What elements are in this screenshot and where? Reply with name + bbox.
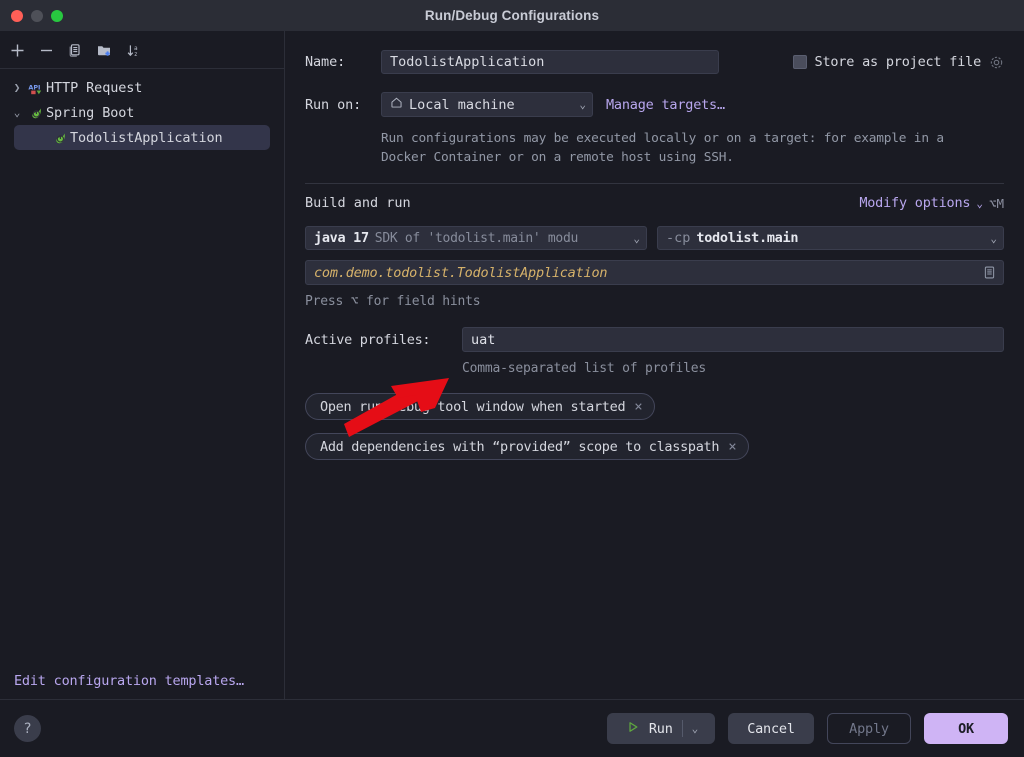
- store-as-project-file-label: Store as project file: [814, 54, 982, 70]
- spring-boot-icon: [26, 105, 46, 121]
- main-class-value: com.demo.todolist.TodolistApplication: [314, 264, 608, 281]
- chevron-down-icon[interactable]: ⌄: [692, 723, 699, 734]
- run-on-target-combo[interactable]: Local machine ⌄: [381, 92, 593, 117]
- active-profiles-label: Active profiles:: [305, 331, 431, 348]
- modify-options-shortcut: ⌥M: [988, 195, 1004, 211]
- close-window-button[interactable]: [11, 9, 23, 22]
- window-title: Run/Debug Configurations: [424, 8, 600, 23]
- svg-text:z: z: [134, 51, 138, 58]
- classpath-flag: -cp: [666, 230, 691, 246]
- active-profiles-input[interactable]: uat: [462, 327, 1004, 352]
- chevron-down-icon[interactable]: ⌄: [579, 99, 586, 110]
- remove-configuration-button[interactable]: [33, 38, 59, 62]
- manage-targets-link[interactable]: Manage targets…: [606, 97, 725, 113]
- tree-item-label: Spring Boot: [46, 104, 135, 121]
- run-button-divider: [681, 720, 683, 737]
- store-as-project-file-checkbox[interactable]: [792, 55, 807, 69]
- svg-text:API: API: [28, 83, 40, 91]
- run-button-label: Run: [648, 720, 673, 737]
- active-profiles-hint: Comma-separated list of profiles: [462, 361, 707, 376]
- new-folder-button[interactable]: [91, 38, 117, 62]
- list-browse-icon[interactable]: [980, 263, 999, 282]
- run-on-label: Run on:: [305, 96, 362, 113]
- run-on-target-value: Local machine: [409, 96, 515, 113]
- tree-item-label: TodolistApplication: [70, 129, 223, 146]
- main-class-input[interactable]: com.demo.todolist.TodolistApplication: [305, 260, 1004, 285]
- chevron-down-icon[interactable]: ⌄: [990, 233, 997, 244]
- gear-icon[interactable]: [989, 55, 1004, 70]
- add-configuration-button[interactable]: [4, 38, 30, 62]
- minimize-window-button[interactable]: [31, 9, 43, 22]
- edit-configuration-templates-row: Edit configuration templates…: [0, 670, 284, 699]
- chip-open-run-debug-tool-window[interactable]: Open run/debug tool window when started …: [305, 393, 655, 420]
- play-icon: [626, 720, 640, 738]
- chip-label: Add dependencies with “provided” scope t…: [320, 438, 720, 455]
- apply-button[interactable]: Apply: [827, 713, 911, 744]
- sidebar-toolbar: a z: [0, 36, 284, 64]
- tree-item-spring-boot[interactable]: ⌄ Spring Boot: [0, 100, 284, 125]
- name-input[interactable]: TodolistApplication: [381, 50, 719, 74]
- window-controls: [11, 0, 63, 31]
- option-chips: Open run/debug tool window when started …: [305, 393, 1004, 473]
- window-titlebar: Run/Debug Configurations: [0, 0, 1024, 31]
- tree-item-label: HTTP Request: [46, 79, 143, 96]
- run-button[interactable]: Run ⌄: [607, 713, 715, 744]
- footer-buttons: Run ⌄ Cancel Apply OK: [607, 713, 1008, 744]
- chevron-right-icon[interactable]: ❯: [8, 82, 26, 93]
- dialog-body: a z ❯ API HTTP Request ⌄ Spring Boot Tod…: [0, 31, 1024, 699]
- build-and-run-title: Build and run: [305, 195, 411, 211]
- field-hints-text: Press ⌥ for field hints: [305, 294, 481, 309]
- edit-configuration-templates-link[interactable]: Edit configuration templates…: [14, 673, 244, 689]
- home-icon: [390, 96, 403, 113]
- modify-options-group[interactable]: Modify options ⌄ ⌥M: [859, 195, 1004, 211]
- sdk-version: java 17: [314, 230, 369, 246]
- spring-boot-icon: [50, 130, 70, 146]
- store-as-project-file-group: Store as project file: [792, 54, 1004, 70]
- close-icon[interactable]: ×: [634, 400, 642, 414]
- configurations-sidebar: a z ❯ API HTTP Request ⌄ Spring Boot Tod…: [0, 31, 285, 699]
- chip-add-provided-scope-dependencies[interactable]: Add dependencies with “provided” scope t…: [305, 433, 749, 460]
- modify-options-link[interactable]: Modify options: [859, 195, 970, 211]
- main-class-row: com.demo.todolist.TodolistApplication: [305, 260, 1004, 285]
- chevron-down-icon[interactable]: ⌄: [8, 107, 26, 118]
- close-icon[interactable]: ×: [728, 440, 736, 454]
- chevron-down-icon[interactable]: ⌄: [976, 197, 983, 210]
- run-on-row: Run on: Local machine ⌄ Manage targets…: [305, 92, 1004, 117]
- name-row: Name: TodolistApplication Store as proje…: [305, 50, 1004, 74]
- tree-item-todolistapplication[interactable]: TodolistApplication: [14, 125, 270, 150]
- build-and-run-header: Build and run Modify options ⌄ ⌥M: [305, 195, 1004, 211]
- sort-configurations-button[interactable]: a z: [120, 38, 146, 62]
- cancel-button[interactable]: Cancel: [728, 713, 814, 744]
- jre-sdk-combo[interactable]: java 17 SDK of 'todolist.main' modu ⌄: [305, 226, 647, 250]
- active-profiles-row: Active profiles: uat: [305, 327, 1004, 352]
- sdk-detail: SDK of 'todolist.main' modu: [374, 230, 579, 246]
- configurations-tree: ❯ API HTTP Request ⌄ Spring Boot Todolis…: [0, 69, 284, 670]
- run-debug-configurations-dialog: Run/Debug Configurations a z ❯ API HTTP …: [0, 0, 1024, 757]
- build-and-run-divider: [305, 183, 1004, 184]
- zoom-window-button[interactable]: [51, 9, 63, 22]
- ok-button[interactable]: OK: [924, 713, 1008, 744]
- classpath-module: todolist.main: [696, 230, 799, 246]
- help-button[interactable]: ?: [14, 715, 41, 742]
- sdk-and-classpath-row: java 17 SDK of 'todolist.main' modu ⌄ -c…: [305, 226, 1004, 250]
- http-request-icon: API: [26, 80, 46, 96]
- chip-label: Open run/debug tool window when started: [320, 398, 626, 415]
- configuration-editor-panel: Name: TodolistApplication Store as proje…: [285, 31, 1024, 699]
- dialog-footer: ? Run ⌄ Cancel Apply OK: [0, 699, 1024, 757]
- name-label: Name:: [305, 54, 346, 70]
- run-on-description: Run configurations may be executed local…: [381, 131, 944, 165]
- copy-configuration-button[interactable]: [62, 38, 88, 62]
- tree-item-http-request[interactable]: ❯ API HTTP Request: [0, 75, 284, 100]
- classpath-module-combo[interactable]: -cp todolist.main ⌄: [657, 226, 1004, 250]
- chevron-down-icon[interactable]: ⌄: [633, 233, 640, 244]
